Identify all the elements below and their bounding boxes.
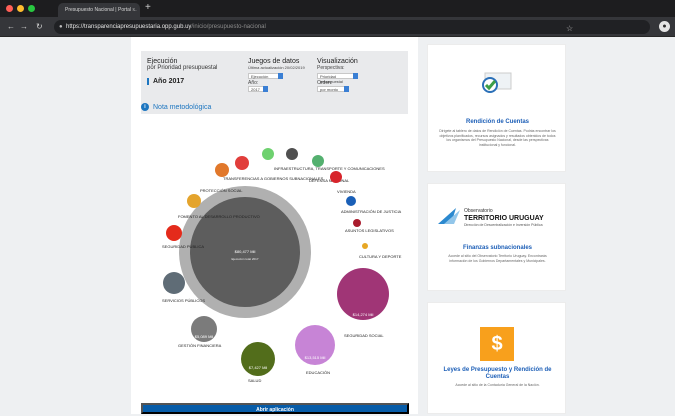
leyes-title: Leyes de Presupuesto y Rendición de Cuen… [443,367,552,380]
url-base: https://transparenciapresupuestaria.opp.… [66,24,192,30]
label-gestion-financiera: GESTIÓN FINANCIERA [178,343,222,348]
rendicion-text: Dirígete al tablero de datos de Rendició… [439,129,556,147]
maximize-window-icon[interactable] [28,5,35,12]
lock-icon: ● [59,24,63,30]
amount-gestion-financiera: $5,089 Mil [195,334,214,339]
leyes-text: Accede al sitio de la Contaduría General… [455,383,540,387]
browser-toolbar: ← → ↻ ● https://transparenciapresupuesta… [0,17,675,37]
bubble-educacion[interactable]: $13,515 Mil EDUCACIÓN [295,325,335,375]
bubble-legislativos[interactable]: ASUNTOS LEGISLATIVOS [345,219,394,233]
budget-dashboard-card: Ejecución por Prioridad presupuestal Año… [131,37,418,414]
forward-icon[interactable]: → [20,22,28,31]
label-educacion: EDUCACIÓN [306,370,330,375]
back-icon[interactable]: ← [7,22,15,31]
profile-avatar-icon[interactable]: ● [659,21,670,32]
logo-sub-text: Dirección de Descentralización e Inversi… [464,223,543,227]
total-execution-caption: Ejecución total 2017 [231,257,258,261]
bookmark-star-icon[interactable]: ☆ [566,24,573,33]
amount-seguridad-social: $14,274 Mil [353,312,374,317]
open-application-button[interactable]: Abrir aplicación [141,403,409,414]
label-transferencias: TRANSFERENCIAS A GOBIERNOS SUBNACIONALES [223,176,324,181]
label-seguridad-publica: SEGURIDAD PÚBLICA [162,244,204,249]
label-cultura: CULTURA Y DEPORTE [359,254,402,259]
leyes-presupuesto-card[interactable]: $ Leyes de Presupuesto y Rendición de Cu… [427,302,566,414]
total-execution-amount: $80,477 Mil [235,249,256,254]
label-servicios: SERVICIOS PÚBLICOS [162,298,205,303]
new-tab-icon[interactable]: + [145,1,151,15]
label-proteccion: PROTECCIÓN SOCIAL [200,188,243,193]
browser-tab-strip: Presupuesto Nacional | Portal ... × + [0,0,675,17]
tab-close-icon[interactable]: × [132,3,135,17]
label-salud: SALUD [248,378,261,383]
bubble-salud[interactable]: $7,427 Mil SALUD [241,342,275,383]
url-path: /inicio/presupuesto-nacional [191,24,266,30]
page-content: Ejecución por Prioridad presupuestal Año… [0,37,675,414]
budget-bubble-chart[interactable]: $80,477 Mil Ejecución total 2017 INFRAES… [131,37,418,397]
bubble-gestion-financiera[interactable]: $5,089 Mil GESTIÓN FINANCIERA [178,316,222,348]
money-icon: $ [480,327,514,361]
amount-educacion: $13,515 Mil [305,355,326,360]
address-bar[interactable]: ● https://transparenciapresupuestaria.op… [54,20,650,34]
territorio-logo-icon [438,208,460,224]
label-infraestructura: INFRAESTRUCTURA, TRANSPORTE Y COMUNICACI… [274,166,385,171]
active-tab[interactable]: Presupuesto Nacional | Portal ... × [58,3,140,17]
label-vivienda: VIVIENDA [337,189,356,194]
rendicion-title: Rendición de Cuentas [465,119,529,125]
finanzas-text: Accede al sitio del Observatorio Territo… [448,254,547,263]
label-legislativos: ASUNTOS LEGISLATIVOS [345,228,394,233]
tab-title: Presupuesto Nacional | Portal ... [65,7,137,13]
minimize-window-icon[interactable] [17,5,24,12]
amount-salud: $7,427 Mil [249,365,268,370]
label-justicia: ADMINISTRACIÓN DE JUSTICIA [341,209,402,214]
logo-small-text: Observatorio [464,208,493,214]
logo-big-text: TERRITORIO URUGUAY [464,215,544,222]
window-controls[interactable] [6,5,35,12]
bubble-seguridad-social[interactable]: $14,274 Mil SEGURIDAD SOCIAL [337,268,389,338]
reload-icon[interactable]: ↻ [36,22,43,31]
checklist-icon [482,72,512,93]
finanzas-title: Finanzas subnacionales [462,245,533,251]
finanzas-subnacionales-card[interactable]: Observatorio TERRITORIO URUGUAY Direcció… [427,183,566,291]
bubble-justicia[interactable]: ADMINISTRACIÓN DE JUSTICIA [341,196,402,214]
close-window-icon[interactable] [6,5,13,12]
label-fomento: FOMENTO AL DESARROLLO PRODUCTIVO [178,214,260,219]
label-seguridad-social: SEGURIDAD SOCIAL [344,333,384,338]
bubble-cultura[interactable]: CULTURA Y DEPORTE [359,243,402,259]
rendicion-cuentas-card[interactable]: Rendición de Cuentas Dirígete al tablero… [427,44,566,172]
